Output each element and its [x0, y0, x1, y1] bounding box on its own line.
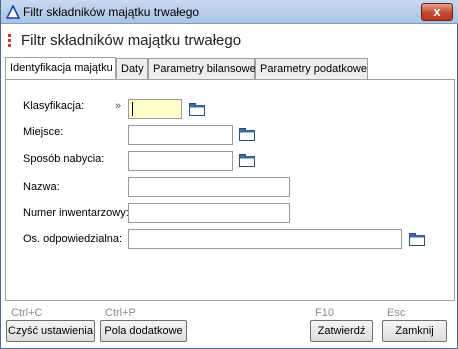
clear-shortcut: Ctrl+C — [11, 307, 43, 319]
sposob-nabycia-label: Sposób nabycia: — [23, 153, 105, 165]
nazwa-label: Nazwa: — [23, 181, 60, 193]
close-window-button[interactable]: x — [421, 3, 453, 21]
dialog-window: Filtr składników majątku trwałego x Filt… — [0, 0, 458, 349]
tab-parametry-bilansowe[interactable]: Parametry bilansowe — [148, 58, 256, 79]
tab-parametry-podatkowe[interactable]: Parametry podatkowe — [255, 58, 368, 79]
text-caret — [132, 102, 133, 116]
header-marker-icon — [8, 34, 11, 48]
os-odpowiedzialna-input[interactable] — [128, 229, 402, 249]
clear-settings-button[interactable]: Czyść ustawienia — [6, 320, 95, 342]
os-odpowiedzialna-label: Os. odpowiedzialna: — [23, 233, 123, 245]
miejsce-label: Miejsce: — [23, 126, 64, 138]
tab-daty[interactable]: Daty — [116, 58, 148, 79]
folder-icon[interactable] — [409, 233, 425, 246]
nazwa-input[interactable] — [128, 177, 290, 197]
numer-inwentarzowy-label: Numer inwentarzowy: — [23, 207, 129, 219]
tab-identyfikacja[interactable]: Identyfikacja majątku — [5, 57, 116, 79]
sposob-nabycia-input[interactable] — [128, 151, 233, 171]
confirm-button[interactable]: Zatwierdź — [310, 320, 373, 342]
title-bar[interactable]: Filtr składników majątku trwałego x — [1, 0, 458, 24]
miejsce-input[interactable] — [128, 125, 233, 145]
klasyfikacja-input[interactable] — [128, 99, 182, 119]
required-marker: » — [115, 100, 122, 112]
numer-inwentarzowy-input[interactable] — [128, 203, 290, 223]
dialog-heading: Filtr składników majątku trwałego — [21, 32, 242, 49]
folder-icon[interactable] — [239, 128, 255, 141]
close-icon: x — [433, 4, 441, 19]
app-triangle-icon — [6, 5, 20, 19]
close-shortcut: Esc — [387, 307, 406, 319]
window-title: Filtr składników majątku trwałego — [23, 5, 200, 19]
confirm-shortcut: F10 — [315, 307, 334, 319]
folder-icon[interactable] — [239, 154, 255, 167]
folder-icon[interactable] — [189, 103, 205, 116]
extra-fields-button[interactable]: Pola dodatkowe — [100, 320, 187, 342]
extra-fields-shortcut: Ctrl+P — [105, 307, 136, 319]
close-button[interactable]: Zamknij — [382, 320, 447, 342]
klasyfikacja-label: Klasyfikacja: — [23, 100, 85, 112]
